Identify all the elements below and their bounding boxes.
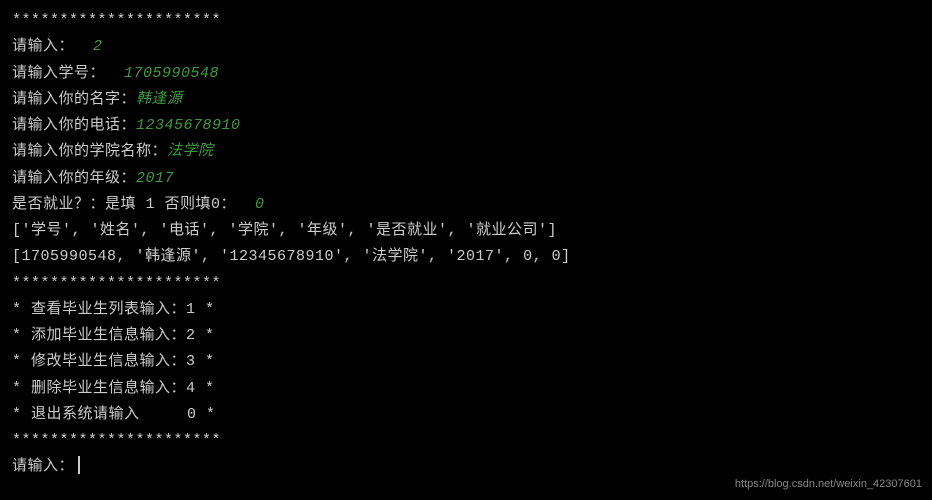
separator-stars: ********************** <box>12 428 920 454</box>
input-value: 韩逢源 <box>136 91 183 108</box>
prompt-label: 请输入学号： <box>12 65 124 82</box>
input-line-student-id: 请输入学号： 1705990548 <box>12 61 920 87</box>
input-line-name: 请输入你的名字：韩逢源 <box>12 87 920 113</box>
cursor-icon <box>78 456 80 474</box>
input-value: 0 <box>255 196 265 213</box>
prompt-label: 请输入： <box>12 38 93 55</box>
input-value: 1705990548 <box>124 65 219 82</box>
input-line-employed: 是否就业？：是填 1 否则填0： 0 <box>12 192 920 218</box>
input-line-choice: 请输入： 2 <box>12 34 920 60</box>
separator-stars: ********************** <box>12 271 920 297</box>
prompt-label: 请输入你的电话： <box>12 117 136 134</box>
input-line-college: 请输入你的学院名称：法学院 <box>12 139 920 165</box>
input-value: 法学院 <box>167 143 214 160</box>
input-line-phone: 请输入你的电话：12345678910 <box>12 113 920 139</box>
input-value: 12345678910 <box>136 117 241 134</box>
prompt-label: 请输入你的名字： <box>12 91 136 108</box>
prompt-label: 请输入你的年级： <box>12 170 136 187</box>
prompt-label: 是否就业？：是填 1 否则填0： <box>12 196 255 213</box>
prompt-label: 请输入你的学院名称： <box>12 143 167 160</box>
menu-item-modify: * 修改毕业生信息输入：3 * <box>12 349 920 375</box>
menu-item-exit: * 退出系统请输入 0 * <box>12 402 920 428</box>
menu-item-delete: * 删除毕业生信息输入：4 * <box>12 376 920 402</box>
output-array-values: [1705990548, '韩逢源', '12345678910', '法学院'… <box>12 244 920 270</box>
menu-item-add: * 添加毕业生信息输入：2 * <box>12 323 920 349</box>
output-array-headers: ['学号', '姓名', '电话', '学院', '年级', '是否就业', '… <box>12 218 920 244</box>
separator-stars: ********************** <box>12 8 920 34</box>
prompt-label: 请输入： <box>12 458 74 475</box>
input-value: 2 <box>93 38 103 55</box>
watermark-url: https://blog.csdn.net/weixin_42307601 <box>735 475 922 494</box>
input-line-grade: 请输入你的年级：2017 <box>12 166 920 192</box>
menu-item-view: * 查看毕业生列表输入：1 * <box>12 297 920 323</box>
input-value: 2017 <box>136 170 174 187</box>
